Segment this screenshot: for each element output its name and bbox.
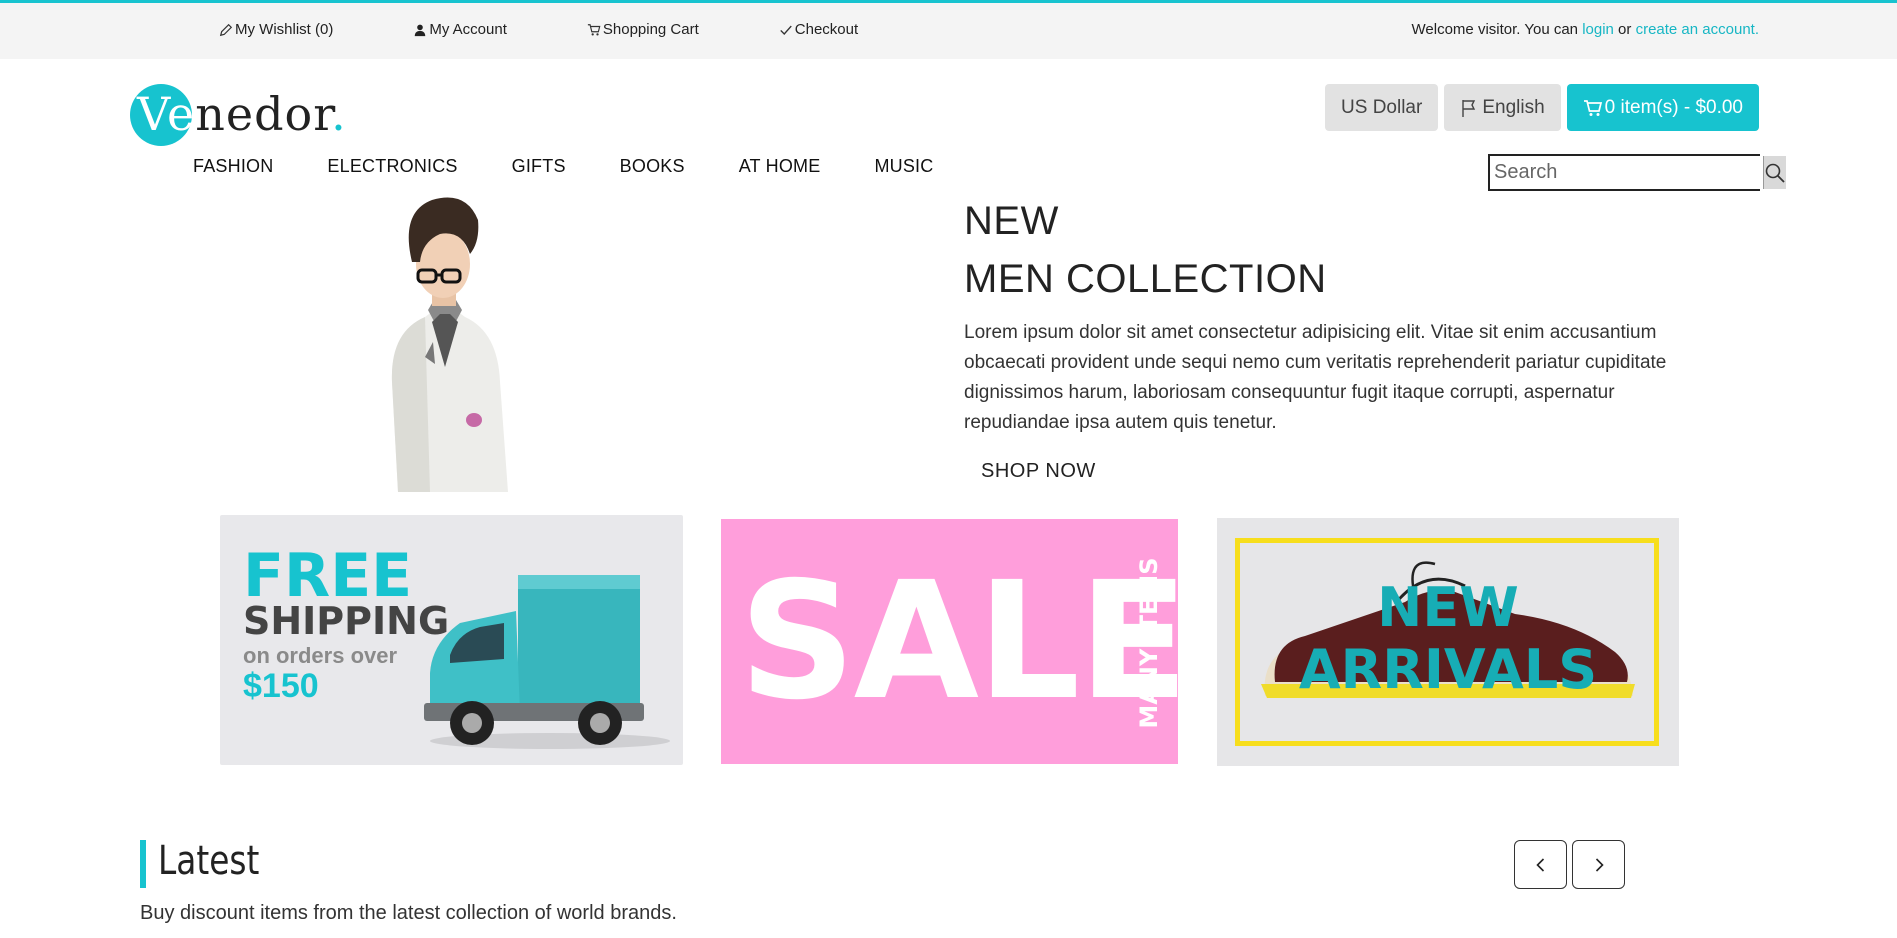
chevron-right-icon — [1595, 857, 1604, 872]
banner-amount: $150 — [243, 667, 319, 705]
nav-item-fashion[interactable]: FASHION — [193, 156, 273, 177]
banner-many-items: MANY ITEMS — [1135, 557, 1163, 729]
pencil-icon — [219, 23, 233, 36]
nav-item-music[interactable]: MUSIC — [874, 156, 933, 177]
cart-summary: 0 item(s) - $0.00 — [1604, 96, 1743, 118]
account-link[interactable]: My Account — [413, 21, 507, 38]
cart-icon — [587, 23, 601, 36]
carousel-prev-button[interactable] — [1514, 840, 1567, 889]
currency-label: US Dollar — [1341, 96, 1423, 118]
checkout-link[interactable]: Checkout — [779, 21, 858, 38]
welcome-text: Welcome visitor. You can — [1411, 21, 1583, 38]
banner-arrivals: ARRIVALS — [1298, 638, 1598, 701]
wishlist-label: My Wishlist (0) — [235, 21, 334, 38]
shop-now-button[interactable]: SHOP NOW — [964, 460, 1113, 483]
search-button[interactable] — [1763, 156, 1786, 189]
login-link[interactable]: login — [1582, 21, 1614, 38]
welcome-or: or — [1613, 21, 1636, 38]
language-button[interactable]: English — [1444, 84, 1561, 131]
hero-title-line1: NEW — [964, 199, 1059, 243]
shopping-cart-link[interactable]: Shopping Cart — [587, 21, 699, 38]
user-icon — [415, 24, 426, 36]
header-buttons: US Dollar English 0 item(s) - $0.00 — [1325, 84, 1759, 131]
latest-title: Latest — [158, 838, 260, 884]
cart-button[interactable]: 0 item(s) - $0.00 — [1566, 84, 1759, 131]
free-shipping-banner[interactable]: FREE SHIPPING on orders over $150 — [220, 515, 683, 765]
search-box — [1488, 154, 1786, 191]
nav-item-books[interactable]: BOOKS — [620, 156, 685, 177]
currency-button[interactable]: US Dollar — [1325, 84, 1439, 131]
site-logo[interactable]: Venedor. — [130, 82, 347, 146]
top-links: My Wishlist (0) My Account Shopping Cart… — [219, 21, 938, 38]
logo-rest: nedor — [195, 87, 332, 141]
hero-title: NEW MEN COLLECTION — [964, 192, 1724, 308]
checkout-label: Checkout — [794, 21, 859, 38]
account-label: My Account — [429, 21, 507, 38]
banner-orders: on orders over — [243, 643, 398, 668]
logo-ve: Ve — [137, 87, 196, 141]
welcome-message: Welcome visitor. You can login or create… — [1412, 21, 1759, 38]
language-label: English — [1482, 96, 1545, 118]
nav-item-electronics[interactable]: ELECTRONICS — [327, 156, 457, 177]
hero-model-image — [391, 197, 508, 492]
sale-banner[interactable]: SALE MANY ITEMS — [719, 517, 1180, 766]
main-nav: FASHION ELECTRONICS GIFTS BOOKS AT HOME … — [193, 156, 987, 177]
carousel-controls — [1514, 840, 1625, 889]
new-arrivals-banner[interactable]: NEW ARRIVALS — [1217, 518, 1679, 766]
logo-dot: . — [331, 87, 347, 141]
carousel-next-button[interactable] — [1572, 840, 1625, 889]
latest-accent-bar — [140, 840, 146, 888]
search-icon — [1765, 163, 1785, 183]
banner-sale: SALE — [739, 548, 1180, 736]
flag-icon — [1462, 99, 1476, 117]
cart-icon — [1583, 99, 1602, 116]
nav-item-gifts[interactable]: GIFTS — [512, 156, 566, 177]
logo-text: Venedor. — [130, 87, 347, 141]
search-input[interactable] — [1490, 156, 1763, 189]
banner-shipping: SHIPPING — [243, 599, 450, 643]
wishlist-link[interactable]: My Wishlist (0) — [219, 21, 333, 38]
top-bar: My Wishlist (0) My Account Shopping Cart… — [0, 0, 1897, 59]
banner-new: NEW — [1377, 576, 1519, 639]
nav-item-at-home[interactable]: AT HOME — [739, 156, 821, 177]
truck-icon — [424, 575, 670, 749]
latest-subtitle: Buy discount items from the latest colle… — [140, 902, 677, 924]
hero-description: Lorem ipsum dolor sit amet consectetur a… — [964, 322, 1667, 433]
chevron-left-icon — [1535, 857, 1544, 872]
hero-content: NEW MEN COLLECTION Lorem ipsum dolor sit … — [964, 192, 1724, 483]
create-account-link[interactable]: create an account. — [1636, 21, 1759, 38]
check-icon — [780, 25, 792, 35]
shopping-cart-label: Shopping Cart — [602, 21, 699, 38]
hero-title-line2: MEN COLLECTION — [964, 257, 1327, 301]
